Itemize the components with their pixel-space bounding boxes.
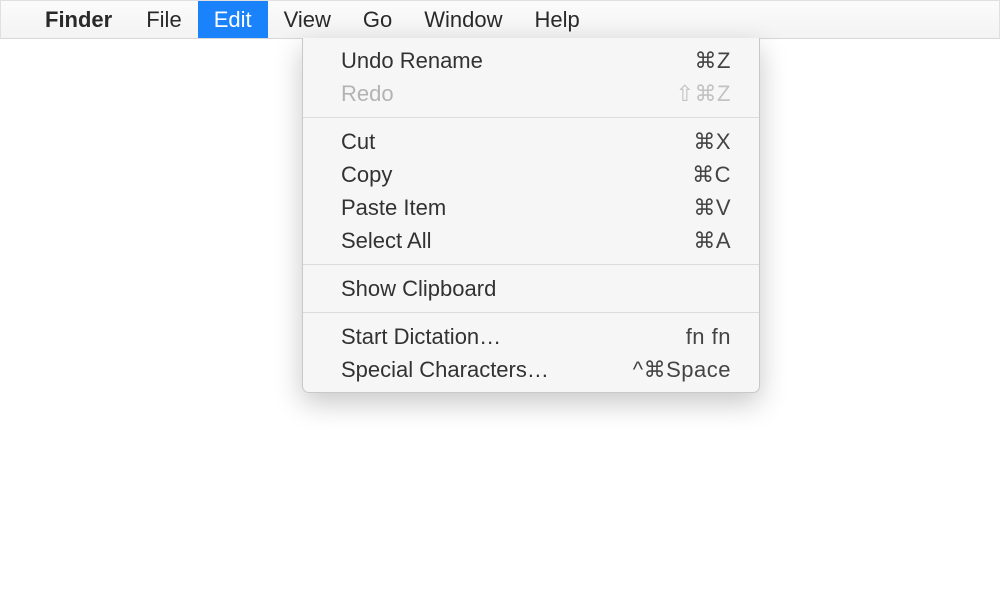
menu-item-show-clipboard[interactable]: Show Clipboard	[303, 272, 759, 305]
edit-menu-dropdown: Undo Rename ⌘Z Redo ⇧⌘Z Cut ⌘X Copy ⌘C P…	[302, 38, 760, 393]
menubar-app-name[interactable]: Finder	[41, 1, 130, 38]
menu-item-label: Cut	[341, 129, 375, 155]
menu-item-shortcut: ^⌘Space	[633, 357, 731, 383]
menu-item-label: Start Dictation…	[341, 324, 501, 350]
menu-item-shortcut: ⇧⌘Z	[676, 81, 731, 107]
menu-item-select-all[interactable]: Select All ⌘A	[303, 224, 759, 257]
menu-item-shortcut: ⌘Z	[695, 48, 731, 74]
menu-separator	[303, 117, 759, 118]
menu-item-label: Show Clipboard	[341, 276, 496, 302]
menubar-item-help[interactable]: Help	[519, 1, 596, 38]
menubar-item-view[interactable]: View	[268, 1, 347, 38]
menubar: Finder File Edit View Go Window Help	[1, 1, 999, 39]
menu-item-label: Copy	[341, 162, 392, 188]
menu-separator	[303, 312, 759, 313]
menu-item-label: Select All	[341, 228, 432, 254]
menu-item-copy[interactable]: Copy ⌘C	[303, 158, 759, 191]
menu-item-special-characters[interactable]: Special Characters… ^⌘Space	[303, 353, 759, 386]
menu-item-label: Paste Item	[341, 195, 446, 221]
menu-item-shortcut: ⌘C	[692, 162, 731, 188]
menu-item-undo[interactable]: Undo Rename ⌘Z	[303, 44, 759, 77]
menubar-item-window[interactable]: Window	[408, 1, 518, 38]
menu-item-label: Undo Rename	[341, 48, 483, 74]
menu-item-cut[interactable]: Cut ⌘X	[303, 125, 759, 158]
menu-item-redo: Redo ⇧⌘Z	[303, 77, 759, 110]
menu-item-paste[interactable]: Paste Item ⌘V	[303, 191, 759, 224]
menu-item-label: Special Characters…	[341, 357, 549, 383]
menu-item-shortcut: ⌘A	[693, 228, 731, 254]
menu-item-shortcut: ⌘X	[693, 129, 731, 155]
menu-item-start-dictation[interactable]: Start Dictation… fn fn	[303, 320, 759, 353]
menu-item-label: Redo	[341, 81, 394, 107]
menu-item-shortcut: ⌘V	[693, 195, 731, 221]
menubar-item-file[interactable]: File	[130, 1, 197, 38]
menu-item-shortcut: fn fn	[686, 324, 731, 350]
menubar-item-edit[interactable]: Edit	[198, 1, 268, 38]
menubar-item-go[interactable]: Go	[347, 1, 408, 38]
menu-separator	[303, 264, 759, 265]
